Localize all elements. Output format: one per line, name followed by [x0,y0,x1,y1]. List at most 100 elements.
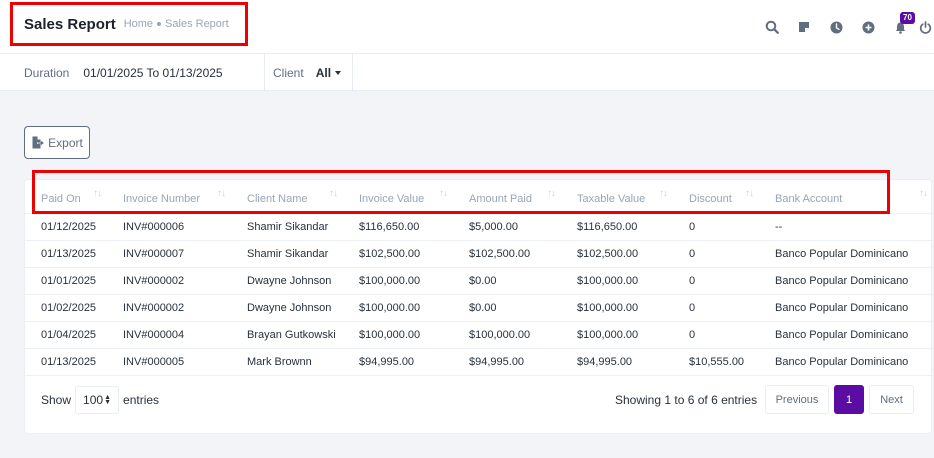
previous-button[interactable]: Previous [765,385,829,414]
table-row: 01/04/2025 INV#000004 Brayan Gutkowski $100… [25,321,933,349]
table-cell: 01/01/2025 [25,267,107,295]
column-header[interactable]: Bank Account ↑↓ [759,180,933,214]
add-circle-icon[interactable] [852,16,884,38]
entries-select[interactable]: 100 ▲ ▼ [75,386,120,414]
header-actions: 70 [756,12,934,38]
entries-length: Show 100 ▲ ▼ entries [41,385,159,415]
column-header-label: Paid On [41,192,81,205]
notification-badge: 70 [900,12,915,24]
table-footer: Show 100 ▲ ▼ entries Showing 1 to 6 of 6 … [25,385,933,417]
table-header-row: Paid On ↑↓ Invoice Number ↑↓ Client Name ↑↓ In… [25,180,933,214]
table-cell: $0.00 [453,267,561,295]
duration-value[interactable]: 01/01/2025 To 01/13/2025 [83,66,222,80]
file-export-icon [32,136,44,149]
page-1-button[interactable]: 1 [834,385,864,414]
sort-icon: ↑↓ [745,188,754,199]
column-header-label: Taxable Value [577,192,646,205]
table-cell: -- [759,213,933,241]
table-cell: Banco Popular Dominicano [759,348,933,376]
caret-down-icon [335,70,342,75]
table-cell: $100,000.00 [453,321,561,349]
table-cell: Banco Popular Dominicano [759,321,933,349]
column-header-label: Invoice Number [123,192,201,205]
power-icon[interactable] [916,16,934,38]
sort-icon: ↑↓ [93,188,102,199]
bell-icon[interactable]: 70 [884,12,916,38]
next-button[interactable]: Next [869,385,914,414]
table-cell: 0 [673,321,759,349]
breadcrumb: Home Sales Report [124,18,229,30]
table-cell: Banco Popular Dominicano [759,267,933,295]
export-button[interactable]: Export [24,126,90,159]
sales-table-card: Paid On ↑↓ Invoice Number ↑↓ Client Name ↑↓ In… [24,179,933,434]
column-header-label: Invoice Value [359,192,425,205]
column-header[interactable]: Invoice Number ↑↓ [107,180,231,214]
column-header[interactable]: Client Name ↑↓ [231,180,343,214]
sort-icon: ↑↓ [659,188,668,199]
table-cell: Shamir Sikandar [231,240,343,268]
search-icon[interactable] [756,16,788,38]
title-highlight-box: Sales Report Home Sales Report [10,2,248,46]
column-header[interactable]: Paid On ↑↓ [25,180,107,214]
table-cell: $0.00 [453,294,561,322]
table-cell: $116,650.00 [343,213,453,241]
column-header-label: Client Name [247,192,308,205]
table-cell: Dwayne Johnson [231,294,343,322]
client-label: Client [273,65,304,80]
entries-value: 100 [83,393,104,407]
table-cell: 01/13/2025 [25,348,107,376]
table-row: 01/02/2025 INV#000002 Dwayne Johnson $100,0… [25,294,933,322]
entries-label: entries [123,393,160,407]
filter-divider [352,54,353,91]
table-cell: 01/12/2025 [25,213,107,241]
table-cell: $94,995.00 [561,348,673,376]
duration-filter[interactable]: Duration 01/01/2025 To 01/13/2025 [24,54,223,91]
table-row: 01/12/2025 INV#000006 Shamir Sikandar $116,… [25,213,933,241]
table-cell: Shamir Sikandar [231,213,343,241]
sort-icon: ↑↓ [919,188,928,199]
table-cell: Banco Popular Dominicano [759,240,933,268]
table-cell: 01/02/2025 [25,294,107,322]
table-row: 01/01/2025 INV#000002 Dwayne Johnson $100,0… [25,267,933,295]
table-cell: INV#000004 [107,321,231,349]
showing-info: Showing 1 to 6 of 6 entries [615,393,758,407]
table-cell: $100,000.00 [343,294,453,322]
table-cell: $100,000.00 [561,267,673,295]
table-cell: 01/13/2025 [25,240,107,268]
clock-icon[interactable] [820,16,852,38]
client-value: All [315,65,332,80]
show-label: Show [41,393,72,407]
breadcrumb-current: Sales Report [165,18,229,30]
column-header-label: Discount [689,192,732,205]
client-filter[interactable]: Client All [273,54,342,91]
table-cell: $10,555.00 [673,348,759,376]
sticky-note-icon[interactable] [788,16,820,38]
column-header[interactable]: Discount ↑↓ [673,180,759,214]
table-cell: INV#000005 [107,348,231,376]
breadcrumb-home[interactable]: Home [124,18,153,30]
table-cell: 0 [673,240,759,268]
table-cell: 0 [673,213,759,241]
column-header[interactable]: Taxable Value ↑↓ [561,180,673,214]
table-cell: $94,995.00 [343,348,453,376]
table-row: 01/13/2025 INV#000007 Shamir Sikandar $102,… [25,240,933,268]
column-header[interactable]: Amount Paid ↑↓ [453,180,561,214]
column-header-label: Amount Paid [469,192,532,205]
sort-icon: ↑↓ [547,188,556,199]
table-cell: $116,650.00 [561,213,673,241]
table-cell: Brayan Gutkowski [231,321,343,349]
page-title: Sales Report [24,15,116,33]
table-cell: $100,000.00 [561,321,673,349]
filter-divider [264,54,265,91]
table-cell: INV#000002 [107,267,231,295]
table-cell: 0 [673,294,759,322]
sort-arrows-icon: ▲ ▼ [104,394,112,406]
column-header[interactable]: Invoice Value ↑↓ [343,180,453,214]
client-dropdown[interactable]: All [315,65,342,80]
table-cell: 01/04/2025 [25,321,107,349]
table-cell: INV#000002 [107,294,231,322]
table-cell: $102,500.00 [453,240,561,268]
table-cell: $102,500.00 [343,240,453,268]
table-cell: INV#000007 [107,240,231,268]
sort-icon: ↑↓ [217,188,226,199]
